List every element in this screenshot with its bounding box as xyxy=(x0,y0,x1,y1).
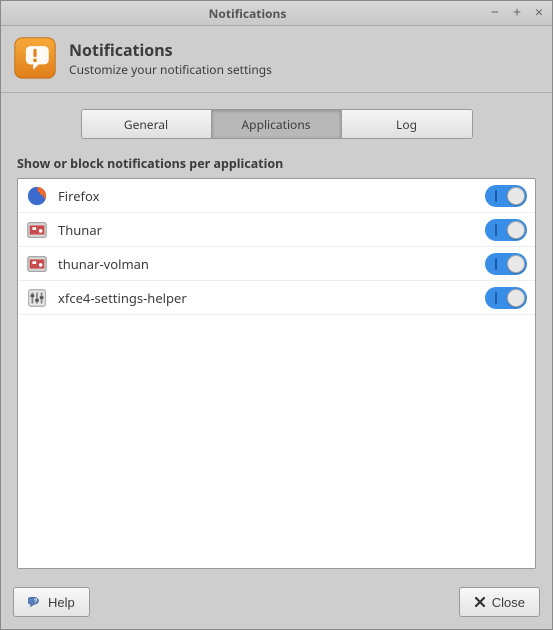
maximize-button[interactable]: + xyxy=(510,6,524,20)
minimize-button[interactable]: − xyxy=(488,6,502,20)
help-button[interactable]: ? Help xyxy=(13,587,90,617)
app-name: Thunar xyxy=(58,221,475,239)
tab-bar: General Applications Log xyxy=(17,109,536,139)
firefox-icon xyxy=(26,185,48,207)
close-icon xyxy=(474,596,486,608)
app-row-thunar: Thunar xyxy=(18,213,535,247)
app-row-firefox: Firefox xyxy=(18,179,535,213)
close-label: Close xyxy=(492,595,525,610)
titlebar: Notifications − + × xyxy=(1,1,552,26)
app-name: Firefox xyxy=(58,187,475,205)
notifications-icon xyxy=(13,36,57,80)
svg-text:?: ? xyxy=(34,599,38,605)
thunar-icon xyxy=(26,219,48,241)
app-row-settings-helper: xfce4-settings-helper xyxy=(18,281,535,315)
thunar-volman-icon xyxy=(26,253,48,275)
close-button[interactable]: Close xyxy=(459,587,540,617)
app-row-thunar-volman: thunar-volman xyxy=(18,247,535,281)
header-text: Notifications Customize your notificatio… xyxy=(69,39,272,78)
tab-log[interactable]: Log xyxy=(342,110,472,138)
notifications-window: Notifications − + × Notifica xyxy=(0,0,553,630)
toggle-firefox[interactable] xyxy=(485,185,527,207)
tab-group: General Applications Log xyxy=(81,109,473,139)
section-label: Show or block notifications per applicat… xyxy=(17,155,536,172)
header-subtitle: Customize your notification settings xyxy=(69,61,272,78)
help-icon: ? xyxy=(28,595,42,609)
window-controls: − + × xyxy=(488,6,546,20)
footer: ? Help Close xyxy=(1,577,552,629)
tab-applications[interactable]: Applications xyxy=(212,110,342,138)
app-list: Firefox Thunar xyxy=(17,178,536,569)
app-name: xfce4-settings-helper xyxy=(58,289,475,307)
header-title: Notifications xyxy=(69,39,272,61)
toggle-thunar[interactable] xyxy=(485,219,527,241)
toggle-thunar-volman[interactable] xyxy=(485,253,527,275)
toggle-settings-helper[interactable] xyxy=(485,287,527,309)
close-window-button[interactable]: × xyxy=(532,6,546,20)
header: Notifications Customize your notificatio… xyxy=(1,26,552,93)
help-label: Help xyxy=(48,595,75,610)
content: General Applications Log Show or block n… xyxy=(1,93,552,577)
app-name: thunar-volman xyxy=(58,255,475,273)
tab-general[interactable]: General xyxy=(82,110,212,138)
settings-helper-icon xyxy=(26,287,48,309)
window-title: Notifications xyxy=(7,5,488,22)
